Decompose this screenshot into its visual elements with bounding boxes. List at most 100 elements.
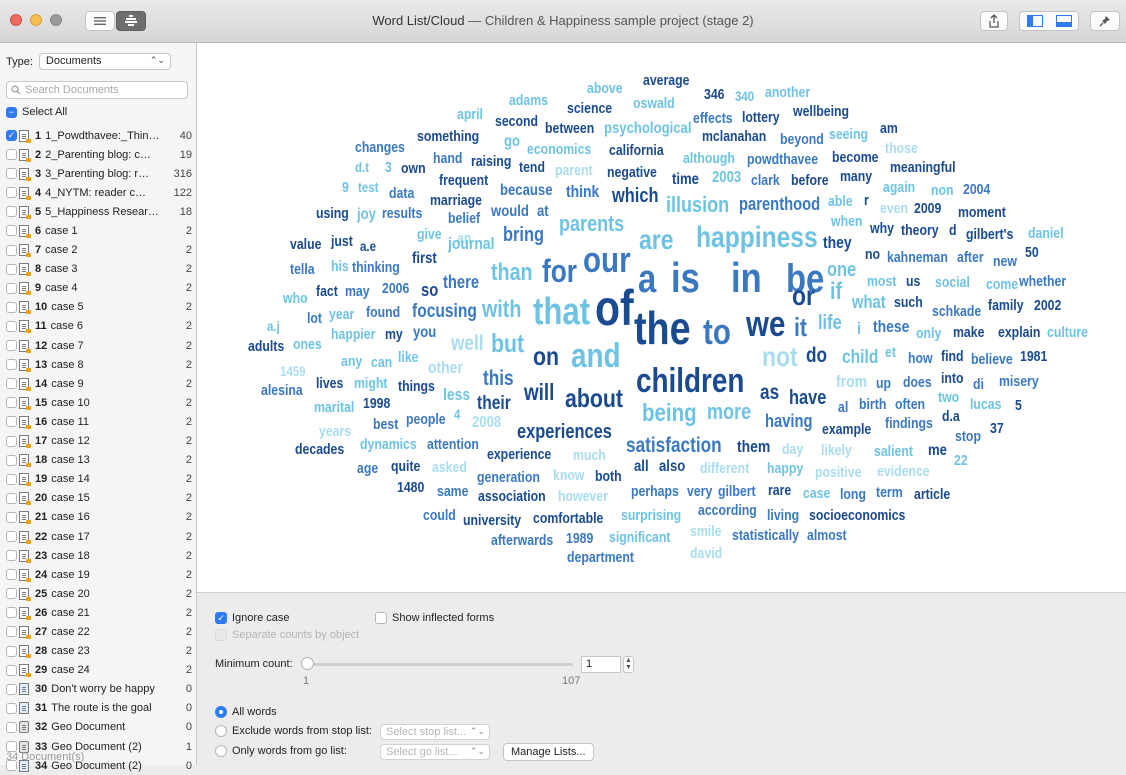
document-row[interactable]: 15 case 10 2 (0, 393, 196, 412)
cloud-word[interactable]: ones (293, 337, 322, 352)
document-row[interactable]: 22 case 17 2 (0, 527, 196, 546)
document-row[interactable]: 29 case 24 2 (0, 661, 196, 680)
cloud-word[interactable]: 4 (454, 407, 460, 421)
cloud-word[interactable]: his (331, 259, 349, 274)
cloud-word[interactable]: smile (690, 524, 721, 539)
cloud-word[interactable]: d.t (355, 160, 369, 174)
cloud-word[interactable]: parent (555, 163, 593, 178)
document-row[interactable]: 32 Geo Document 0 (0, 718, 196, 737)
cloud-word[interactable]: after (957, 250, 984, 265)
cloud-word[interactable]: 37 (990, 421, 1004, 436)
document-row[interactable]: 20 case 15 2 (0, 489, 196, 508)
cloud-word[interactable]: 2009 (914, 201, 941, 216)
ignore-case-option[interactable]: ✓ Ignore case (215, 612, 289, 624)
document-row[interactable]: 14 case 9 2 (0, 374, 196, 393)
cloud-word[interactable]: university (463, 513, 521, 528)
cloud-word[interactable]: you (413, 325, 436, 341)
select-all-row[interactable]: − Select All (6, 106, 67, 118)
cloud-word[interactable]: dynamics (360, 437, 417, 452)
document-checkbox[interactable] (6, 435, 17, 447)
cloud-word[interactable]: a.j (267, 319, 280, 333)
cloud-word[interactable]: two (938, 390, 959, 405)
cloud-word[interactable]: culture (1047, 325, 1088, 340)
cloud-word[interactable]: statistically (732, 528, 799, 543)
document-checkbox[interactable] (6, 187, 17, 199)
cloud-word[interactable]: a (638, 259, 656, 299)
cloud-word[interactable]: decades (295, 442, 344, 457)
cloud-word[interactable]: lottery (742, 110, 780, 125)
cloud-word[interactable]: meaningful (890, 160, 956, 175)
cloud-word[interactable]: but (491, 330, 524, 356)
cloud-word[interactable]: schkade (932, 304, 981, 319)
cloud-word[interactable]: 5 (1015, 398, 1022, 413)
document-checkbox[interactable] (6, 320, 17, 332)
document-row[interactable]: ✓ 1 1_Powdthavee:_Thin… 40 (0, 126, 196, 145)
cloud-word[interactable]: 1981 (1020, 349, 1047, 364)
show-inflected-option[interactable]: Show inflected forms (375, 612, 494, 624)
cloud-word[interactable]: bring (503, 225, 544, 245)
document-row[interactable]: 19 case 14 2 (0, 470, 196, 489)
cloud-word[interactable]: happy (767, 461, 803, 476)
document-checkbox[interactable] (6, 664, 17, 676)
document-checkbox[interactable] (6, 492, 17, 504)
cloud-word[interactable]: whether (1019, 274, 1066, 289)
cloud-word[interactable]: something (417, 129, 479, 144)
document-checkbox[interactable] (6, 645, 17, 657)
cloud-word[interactable]: frequent (439, 173, 488, 188)
cloud-word[interactable]: evidence (877, 464, 930, 479)
document-checkbox[interactable] (6, 378, 17, 390)
cloud-word[interactable]: just (331, 234, 353, 249)
show-inflected-checkbox[interactable] (375, 612, 387, 624)
only-go-option[interactable]: Only words from go list: (215, 745, 347, 757)
cloud-word[interactable]: salient (874, 444, 913, 459)
cloud-word[interactable]: children (636, 364, 744, 398)
cloud-word[interactable]: generation (477, 470, 540, 485)
cloud-word[interactable]: r (864, 193, 869, 208)
cloud-word[interactable]: di (973, 377, 984, 392)
cloud-word[interactable]: 50 (1025, 245, 1039, 260)
cloud-word[interactable]: because (500, 183, 553, 199)
cloud-word[interactable]: very (687, 484, 712, 499)
document-row[interactable]: 10 case 5 2 (0, 298, 196, 317)
document-checkbox[interactable] (6, 702, 17, 714)
cloud-word[interactable]: it (794, 314, 807, 340)
document-checkbox[interactable] (6, 607, 17, 619)
cloud-word[interactable]: 22 (954, 453, 968, 468)
cloud-word[interactable]: economics (527, 142, 591, 157)
document-row[interactable]: 13 case 8 2 (0, 355, 196, 374)
cloud-word[interactable]: non (931, 183, 954, 198)
cloud-word[interactable]: 2006 (382, 281, 409, 296)
cloud-word[interactable]: them (737, 438, 770, 455)
cloud-word[interactable]: negative (607, 165, 657, 180)
cloud-word[interactable]: with (482, 298, 521, 322)
cloud-word[interactable]: think (566, 183, 599, 200)
cloud-word[interactable]: likely (821, 443, 852, 458)
document-checkbox[interactable] (6, 244, 17, 256)
cloud-word[interactable]: are (639, 226, 673, 254)
cloud-word[interactable]: 1480 (397, 480, 424, 495)
cloud-word[interactable]: gilbert's (966, 227, 1013, 242)
cloud-word[interactable]: us (906, 274, 920, 289)
cloud-word[interactable]: attention (427, 437, 479, 452)
cloud-word[interactable]: make (953, 325, 984, 340)
cloud-word[interactable]: afterwards (491, 533, 553, 548)
cloud-word[interactable]: belief (448, 211, 480, 226)
cloud-word[interactable]: beyond (780, 132, 824, 147)
document-checkbox[interactable] (6, 721, 17, 733)
document-row[interactable]: 23 case 18 2 (0, 546, 196, 565)
cloud-word[interactable]: give (417, 227, 442, 242)
cloud-word[interactable]: than (491, 261, 533, 285)
document-row[interactable]: 31 The route is the goal 0 (0, 699, 196, 718)
cloud-word[interactable]: would (491, 204, 529, 220)
cloud-word[interactable]: all (634, 459, 649, 475)
cloud-word[interactable]: can (371, 355, 392, 370)
cloud-word[interactable]: tend (519, 160, 545, 175)
document-row[interactable]: 18 case 13 2 (0, 451, 196, 470)
cloud-word[interactable]: birth (859, 397, 886, 412)
cloud-word[interactable]: those (885, 141, 918, 156)
cloud-word[interactable]: surprising (621, 508, 681, 523)
cloud-word[interactable]: they (823, 234, 852, 251)
cloud-word[interactable]: as (760, 382, 779, 403)
document-row[interactable]: 17 case 12 2 (0, 432, 196, 451)
cloud-word[interactable]: 9 (342, 180, 349, 195)
